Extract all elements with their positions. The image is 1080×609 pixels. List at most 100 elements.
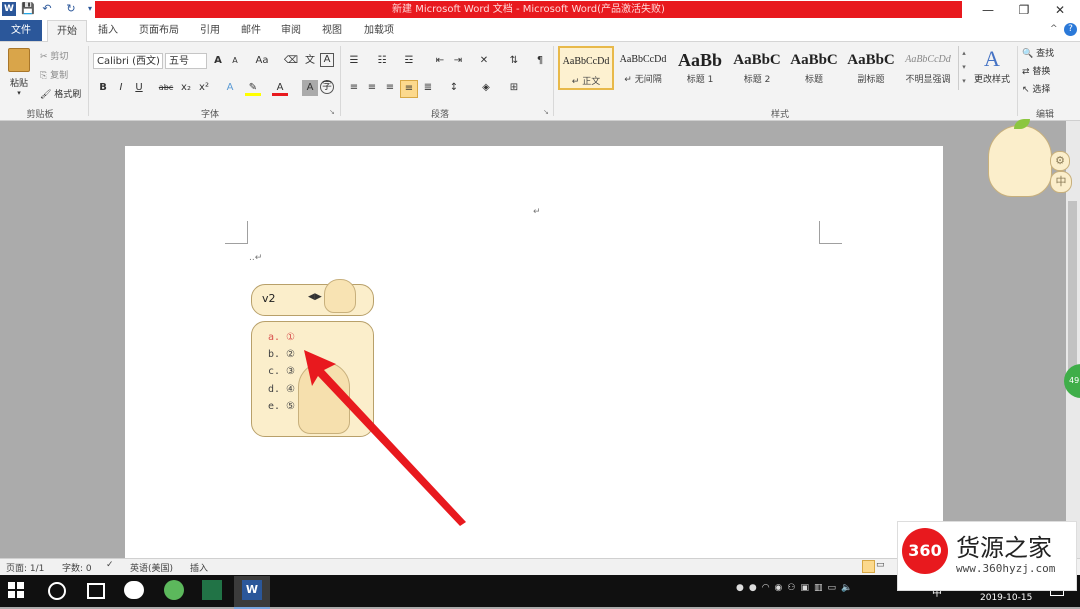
change-styles-button[interactable]: A 更改样式 (970, 46, 1014, 96)
replace-button[interactable]: ⇄ 替换 (1022, 64, 1050, 77)
clock-date[interactable]: 2019-10-15 (980, 593, 1032, 603)
copy-button[interactable]: ⎘ 复制 (40, 68, 68, 81)
multilevel-list-icon[interactable]: ☲ (401, 53, 417, 69)
italic-button[interactable]: I (113, 80, 129, 96)
ime-page-arrows-icon[interactable]: ◀▶ (308, 292, 322, 302)
font-color-icon[interactable]: A (272, 80, 288, 96)
tab-review[interactable]: 审阅 (273, 20, 309, 41)
align-right-icon[interactable]: ≡ (382, 80, 398, 96)
task-view-icon[interactable] (87, 583, 105, 599)
ribbon-collapse-icon[interactable]: ^ (1050, 24, 1058, 34)
grow-font-button[interactable]: A (210, 53, 226, 69)
settings-icon[interactable]: ⚙ (1050, 151, 1070, 171)
excel-icon[interactable] (202, 580, 222, 600)
style-subtle-emphasis[interactable]: AaBbCcDd 不明显强调 (900, 46, 956, 90)
format-painter-button[interactable]: 🖌 格式刷 (40, 87, 81, 100)
show-marks-icon[interactable]: ¶ (532, 53, 548, 69)
cut-button[interactable]: ✂ 剪切 (40, 49, 68, 62)
wechat-icon[interactable] (124, 581, 144, 599)
align-center-icon[interactable]: ≡ (364, 80, 380, 96)
superscript-button[interactable]: x² (196, 80, 212, 96)
sort-icon[interactable]: ⇅ (506, 53, 522, 69)
editing-group-label: 编辑 (1035, 110, 1054, 120)
tab-insert[interactable]: 插入 (90, 20, 126, 41)
view-print-layout-icon[interactable] (862, 560, 875, 573)
enclose-char-icon[interactable]: 字 (320, 80, 334, 94)
styles-group-label: 样式 (770, 110, 789, 120)
close-button[interactable]: ✕ (1042, 0, 1078, 20)
start-button[interactable] (8, 582, 24, 598)
ime-lang-toggle[interactable]: 中 (1050, 171, 1072, 193)
style-no-spacing[interactable]: AaBbCcDd ↵ 无间隔 (615, 46, 671, 90)
bold-button[interactable]: B (95, 80, 111, 96)
font-name-select[interactable]: Calibri (西文) (93, 53, 163, 69)
change-case-button[interactable]: Aa (252, 53, 272, 69)
numbering-icon[interactable]: ☷ (374, 53, 390, 69)
tab-references[interactable]: 引用 (192, 20, 228, 41)
decrease-indent-icon[interactable]: ⇤ (432, 53, 448, 69)
font-dialog-icon[interactable]: ↘ (329, 108, 335, 116)
distributed-icon[interactable]: ≣ (420, 80, 436, 96)
bullets-icon[interactable]: ☰ (346, 53, 362, 69)
subscript-button[interactable]: x₂ (178, 80, 194, 96)
style-heading-2[interactable]: AaBbC 标题 2 (729, 46, 785, 90)
language-indicator[interactable]: 英语(美国) (130, 561, 173, 574)
text-effect-icon[interactable]: A (222, 80, 238, 96)
shrink-font-button[interactable]: A (227, 53, 243, 69)
tab-home[interactable]: 开始 (47, 20, 87, 42)
tab-view[interactable]: 视图 (314, 20, 350, 41)
shading-icon[interactable]: ◈ (478, 80, 494, 96)
word-taskbar-icon[interactable]: W (234, 576, 270, 609)
line-spacing-icon[interactable]: ↕ (446, 80, 462, 96)
font-group-label: 字体 (200, 110, 219, 120)
minimize-button[interactable]: — (970, 0, 1006, 20)
tab-layout[interactable]: 页面布局 (132, 20, 186, 41)
style-title[interactable]: AaBbC 标题 (786, 46, 842, 90)
undo-icon[interactable]: ↶ (40, 2, 54, 16)
redo-icon[interactable]: ↻ (64, 2, 78, 16)
title-bar: W 💾 ↶ ↻ ▾ 新建 Microsoft Word 文档 - Microso… (0, 0, 1080, 20)
underline-button[interactable]: U (131, 80, 147, 96)
word-count[interactable]: 字数: 0 (62, 561, 92, 574)
page-count[interactable]: 页面: 1/1 (6, 561, 44, 574)
align-left-icon[interactable]: ≡ (346, 80, 362, 96)
strikethrough-button[interactable]: abc (156, 80, 176, 96)
word-app-icon[interactable]: W (2, 2, 16, 16)
browser-360-icon[interactable] (164, 580, 184, 600)
style-heading-1[interactable]: AaBb 标题 1 (672, 46, 728, 90)
increase-indent-icon[interactable]: ⇥ (450, 53, 466, 69)
tab-addins[interactable]: 加载项 (356, 20, 402, 41)
char-border-icon[interactable]: A (320, 53, 334, 67)
select-button[interactable]: ↖ 选择 (1022, 82, 1050, 95)
paragraph-dialog-icon[interactable]: ↘ (543, 108, 549, 116)
search-icon[interactable] (48, 582, 66, 600)
phonetic-icon[interactable]: 文 (302, 53, 318, 69)
styles-scroll[interactable]: ▴ ▾ ▾ (958, 46, 969, 90)
font-size-select[interactable]: 五号 (165, 53, 207, 69)
paste-button[interactable]: 粘贴 ▾ (6, 46, 32, 97)
ime-input-box[interactable]: v2 ◀▶ (251, 279, 374, 316)
highlight-icon[interactable]: ✎ (245, 80, 261, 96)
scroll-thumb[interactable] (1068, 201, 1077, 391)
proofing-icon[interactable]: ✓ (106, 560, 114, 570)
style-normal[interactable]: AaBbCcDd ↵ 正文 (558, 46, 614, 90)
watermark: 360 货源之家 www.360hyzj.com (897, 521, 1077, 591)
style-subtitle[interactable]: AaBbC 副标题 (843, 46, 899, 90)
justify-icon[interactable]: ≡ (400, 80, 418, 98)
view-reading-icon[interactable]: ▭ (876, 560, 885, 570)
tab-mailings[interactable]: 邮件 (233, 20, 269, 41)
char-shading-icon[interactable]: A (302, 80, 318, 96)
windows-icon (8, 582, 24, 598)
clear-format-icon[interactable]: ⌫ (283, 53, 299, 69)
save-icon[interactable]: 💾 (21, 2, 35, 16)
maximize-button[interactable]: ❐ (1006, 0, 1042, 20)
tab-file[interactable]: 文件 (0, 20, 42, 41)
find-button[interactable]: 🔍 查找 (1022, 46, 1054, 59)
annotation-arrow (304, 350, 466, 526)
borders-icon[interactable]: ⊞ (506, 80, 522, 96)
insert-mode[interactable]: 插入 (190, 561, 208, 574)
help-icon[interactable]: ? (1064, 23, 1077, 36)
chinese-layout-icon[interactable]: ✕ (476, 53, 492, 69)
ime-status-mascot[interactable]: ⚙ 中 (988, 119, 1076, 197)
tray-icons[interactable]: ●●◠◉⚇▣▥▭🔈 (736, 583, 906, 597)
